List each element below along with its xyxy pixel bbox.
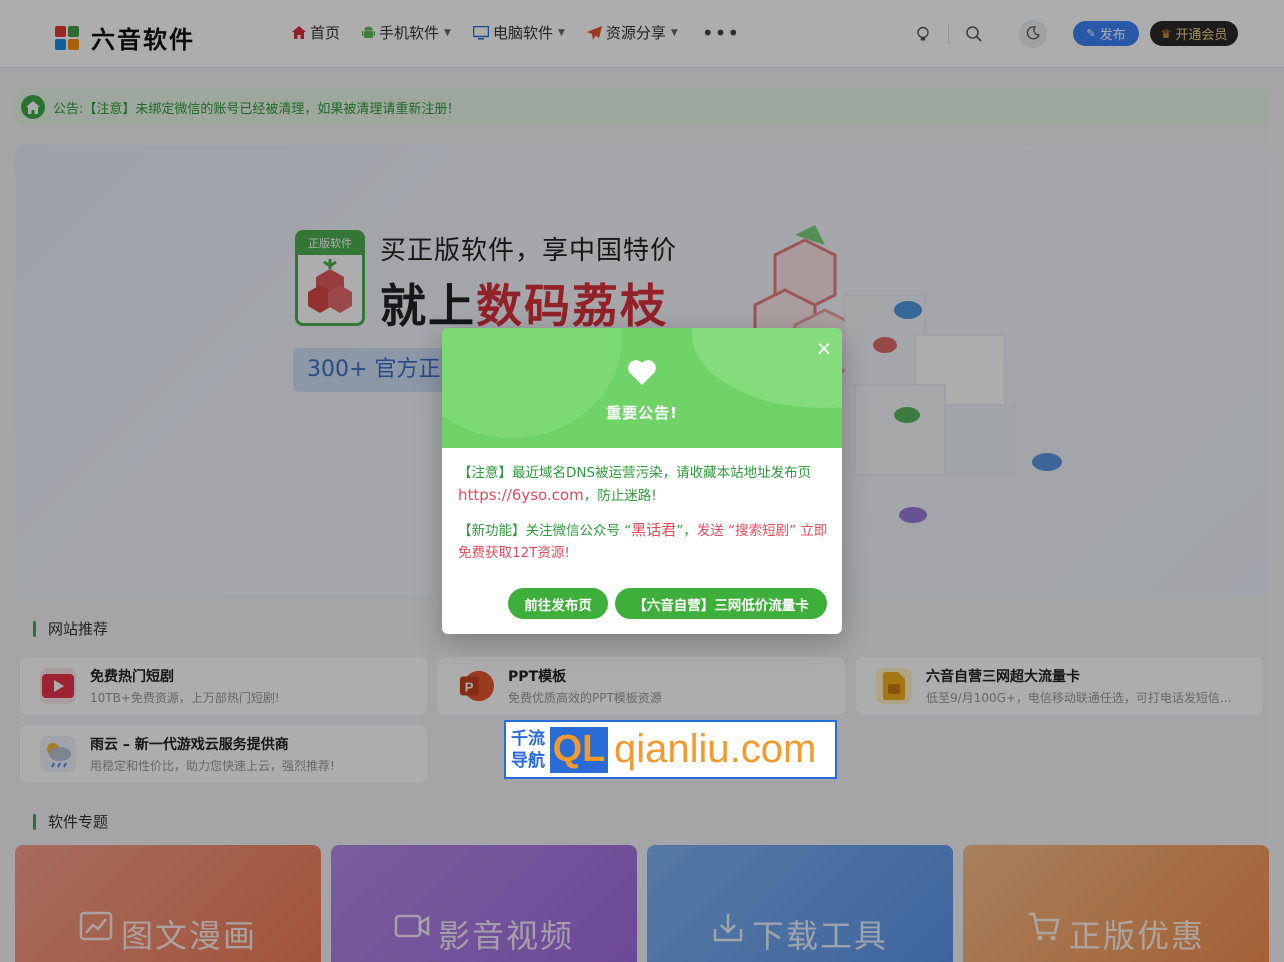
watermark-badge: QL [550, 726, 608, 773]
announcement-modal: × 重要公告! 【注意】最近域名DNS被运营污染，请收藏本站地址发布页 http… [442, 328, 842, 634]
modal-body: 【注意】最近域名DNS被运营污染，请收藏本站地址发布页 https://6yso… [458, 462, 828, 564]
modal-title: 重要公告! [606, 404, 678, 422]
close-icon[interactable]: × [814, 338, 834, 358]
modal-p1-text: 【注意】最近域名DNS被运营污染，请收藏本站地址发布页 [458, 465, 812, 481]
modal-header: × 重要公告! [442, 328, 842, 448]
modal-p1-tail: ，防止迷路! [583, 488, 657, 504]
modal-paragraph-dns: 【注意】最近域名DNS被运营污染，请收藏本站地址发布页 https://6yso… [458, 462, 828, 507]
modal-p2-a: 【新功能】关注微信公众号 “ [458, 523, 632, 539]
modal-paragraph-feature: 【新功能】关注微信公众号 “黑话君”，发送 “搜索短剧” 立即免费获取12T资源… [458, 519, 828, 564]
watermark-url: qianliu.com [614, 727, 817, 771]
data-card-button[interactable]: 【六音自营】三网低价流量卡 [615, 588, 827, 619]
modal-link-url[interactable]: https://6yso.com [458, 486, 584, 504]
heart-icon [627, 358, 657, 386]
modal-p2-b: ”， [676, 523, 697, 539]
go-release-page-button[interactable]: 前往发布页 [508, 588, 608, 619]
watermark-logo: 千流 导航 QL qianliu.com [504, 720, 837, 779]
watermark-cn-line1: 千流 [511, 728, 545, 749]
modal-p2-account: 黑话君 [631, 521, 677, 539]
watermark-cn: 千流 导航 [506, 728, 550, 772]
watermark-cn-line2: 导航 [511, 750, 545, 771]
